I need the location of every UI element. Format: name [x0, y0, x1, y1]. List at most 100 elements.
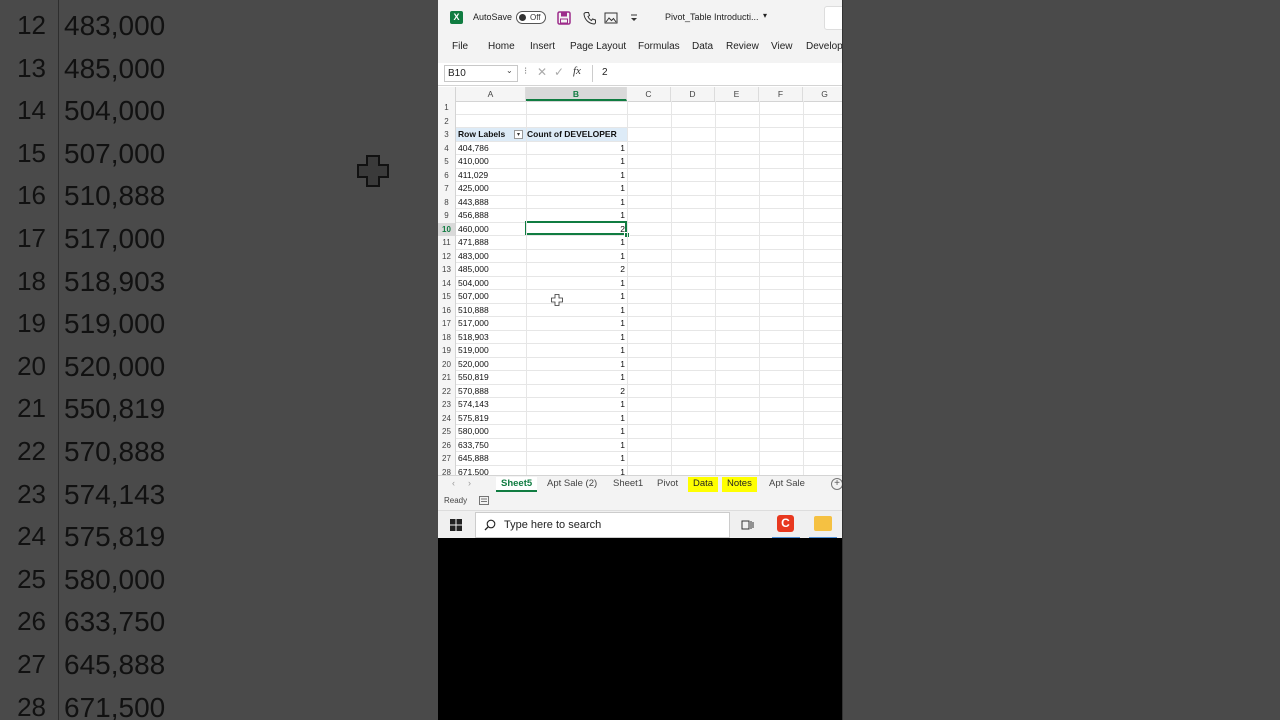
cell-a[interactable]: 518,903 — [458, 331, 524, 344]
cell-a[interactable]: 520,000 — [458, 358, 524, 371]
cell-a[interactable]: 443,888 — [458, 196, 524, 209]
cell-b[interactable]: 2 — [526, 263, 625, 276]
save-icon[interactable] — [557, 11, 571, 25]
row-header[interactable]: 20 — [438, 357, 456, 371]
file-title[interactable]: Pivot_Table Introducti... — [665, 12, 759, 22]
ribbon-tab-review[interactable]: Review — [726, 41, 759, 52]
row-header[interactable]: 18 — [438, 330, 456, 344]
picture-icon[interactable] — [604, 11, 618, 25]
column-header-a[interactable]: A — [456, 87, 526, 101]
column-header-d[interactable]: D — [671, 87, 715, 101]
column-header-f[interactable]: F — [759, 87, 803, 101]
row-header[interactable]: 5 — [438, 155, 456, 169]
column-header-g[interactable]: G — [803, 87, 842, 101]
cell-a[interactable]: 410,000 — [458, 155, 524, 168]
row-header[interactable]: 28 — [438, 465, 456, 475]
row-header[interactable]: 15 — [438, 290, 456, 304]
cell-b[interactable]: 1 — [526, 425, 625, 438]
cell-a[interactable]: 483,000 — [458, 250, 524, 263]
row-header[interactable]: 13 — [438, 263, 456, 277]
column-header-b[interactable]: B — [526, 87, 627, 101]
check-icon[interactable]: ✓ — [554, 65, 564, 79]
cell-a[interactable]: 550,819 — [458, 371, 524, 384]
cell-a[interactable]: 425,000 — [458, 182, 524, 195]
cell-a[interactable]: 456,888 — [458, 209, 524, 222]
row-header[interactable]: 6 — [438, 168, 456, 182]
cell-b[interactable]: 1 — [526, 196, 625, 209]
sheet-tab-sheet1[interactable]: Sheet1 — [608, 477, 648, 492]
pivot-count-header[interactable]: Count of DEVELOPER — [527, 128, 626, 141]
cell-b[interactable]: 1 — [526, 169, 625, 182]
cell-a[interactable]: 633,750 — [458, 439, 524, 452]
phone-icon[interactable] — [583, 11, 597, 25]
cell-a[interactable]: 519,000 — [458, 344, 524, 357]
row-header[interactable]: 11 — [438, 236, 456, 250]
select-all-corner[interactable] — [438, 87, 456, 101]
row-header[interactable]: 27 — [438, 452, 456, 466]
formula-input[interactable]: 2 — [602, 67, 608, 78]
worksheet-grid[interactable]: ABCDEFG 1 2 3 Row Labels Count of DEVELOPER ▾… — [438, 87, 842, 475]
cell-b[interactable]: 1 — [526, 344, 625, 357]
autosave-toggle[interactable]: Off — [516, 11, 546, 24]
filter-dropdown-icon[interactable]: ▾ — [514, 130, 523, 139]
cell-a[interactable]: 575,819 — [458, 412, 524, 425]
accessibility-icon[interactable] — [479, 496, 489, 505]
task-view-icon[interactable] — [740, 518, 754, 532]
cell-a[interactable]: 460,000 — [458, 223, 524, 236]
cell-b[interactable]: 1 — [526, 182, 625, 195]
row-header[interactable]: 14 — [438, 276, 456, 290]
row-header[interactable]: 3 — [438, 128, 456, 142]
row-header[interactable]: 26 — [438, 438, 456, 452]
ribbon-tab-insert[interactable]: Insert — [530, 41, 555, 52]
row-header[interactable]: 22 — [438, 384, 456, 398]
chevron-down-icon[interactable]: ⌄ — [506, 66, 513, 75]
chevron-left-icon[interactable]: ‹ — [452, 478, 455, 488]
cell-b[interactable]: 1 — [526, 236, 625, 249]
cell-b[interactable]: 1 — [526, 290, 625, 303]
cell-a[interactable]: 574,143 — [458, 398, 524, 411]
row-header[interactable]: 4 — [438, 141, 456, 155]
ribbon-tab-file[interactable]: File — [452, 41, 468, 52]
add-sheet-icon[interactable]: + — [831, 478, 842, 490]
sheet-tab-notes[interactable]: Notes — [722, 477, 757, 492]
sheet-tab-apt-sale-2[interactable]: Apt Sale (2) — [542, 477, 602, 492]
cell-b[interactable]: 1 — [526, 317, 625, 330]
row-header[interactable]: 10 — [438, 222, 456, 236]
cell-b[interactable]: 1 — [526, 155, 625, 168]
cell-b[interactable]: 1 — [526, 142, 625, 155]
cell-b[interactable]: 1 — [526, 331, 625, 344]
cell-b[interactable]: 1 — [526, 304, 625, 317]
row-header[interactable]: 2 — [438, 114, 456, 128]
cell-a[interactable]: 507,000 — [458, 290, 524, 303]
row-header[interactable]: 21 — [438, 371, 456, 385]
row-header[interactable]: 12 — [438, 249, 456, 263]
row-header[interactable]: 24 — [438, 411, 456, 425]
cell-b[interactable]: 1 — [526, 439, 625, 452]
ribbon-tab-view[interactable]: View — [771, 41, 793, 52]
row-header[interactable]: 8 — [438, 195, 456, 209]
cell-a[interactable]: 404,786 — [458, 142, 524, 155]
windows-start-icon[interactable] — [450, 519, 462, 531]
ribbon-tab-developer[interactable]: Developer — [806, 41, 842, 52]
cell-a[interactable]: 580,000 — [458, 425, 524, 438]
row-header[interactable]: 17 — [438, 317, 456, 331]
column-header-e[interactable]: E — [715, 87, 759, 101]
customize-toolbar-icon[interactable] — [627, 11, 641, 25]
column-header-c[interactable]: C — [627, 87, 671, 101]
row-header[interactable]: 23 — [438, 398, 456, 412]
row-header[interactable]: 7 — [438, 182, 456, 196]
taskbar-search[interactable]: Type here to search — [475, 512, 730, 538]
active-cell-b10[interactable] — [525, 221, 627, 235]
row-header[interactable]: 9 — [438, 209, 456, 223]
recorder-app-icon[interactable]: C — [777, 515, 794, 532]
cell-a[interactable]: 471,888 — [458, 236, 524, 249]
cell-b[interactable]: 1 — [526, 412, 625, 425]
cell-a[interactable]: 671,500 — [458, 466, 524, 476]
row-header[interactable]: 16 — [438, 303, 456, 317]
row-header[interactable]: 25 — [438, 425, 456, 439]
cell-b[interactable]: 1 — [526, 277, 625, 290]
cell-a[interactable]: 517,000 — [458, 317, 524, 330]
search-box[interactable] — [824, 6, 842, 30]
cell-a[interactable]: 570,888 — [458, 385, 524, 398]
chevron-down-icon[interactable]: ▾ — [763, 11, 767, 20]
